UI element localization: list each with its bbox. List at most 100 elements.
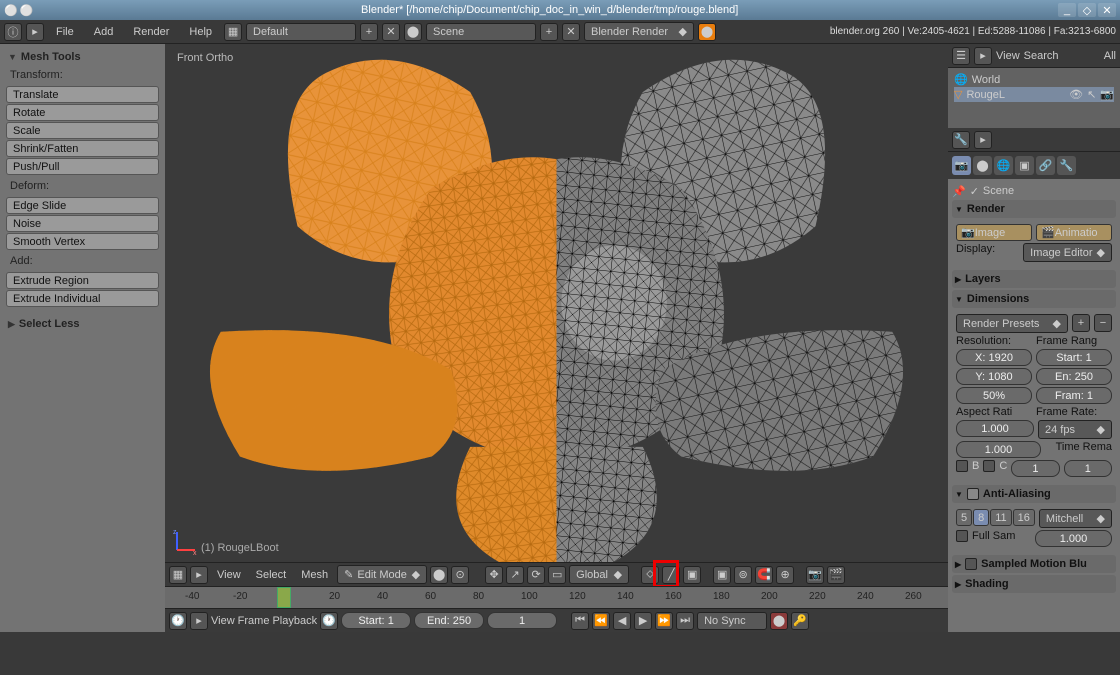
collapse-menu-icon[interactable]: ▸ <box>190 566 208 584</box>
aa-sample-16[interactable]: 16 <box>1013 509 1035 526</box>
editor-type-properties-icon[interactable]: 🔧 <box>952 131 970 149</box>
outliner-item-world[interactable]: 🌐 World <box>954 72 1114 87</box>
dimensions-section-header[interactable]: Dimensions <box>952 290 1116 308</box>
collapse-menu-icon[interactable]: ▸ <box>974 131 992 149</box>
editor-type-view3d-icon[interactable]: ▦ <box>169 566 187 584</box>
pin-icon[interactable]: 📌 <box>952 185 966 198</box>
res-x-field[interactable]: X: 1920 <box>956 349 1032 366</box>
outliner-menu-search[interactable]: Search <box>1024 50 1059 62</box>
face-select-mode-icon[interactable]: ▣ <box>683 566 701 584</box>
menu-add[interactable]: Add <box>86 24 122 40</box>
editor-type-icon[interactable]: ⓘ <box>4 23 22 41</box>
keyframe-prev-icon[interactable]: ⏪ <box>592 612 610 630</box>
editor-type-outliner-icon[interactable]: ☰ <box>952 47 970 65</box>
start-frame-field[interactable]: Start: 1 <box>341 612 411 629</box>
select-less-header[interactable]: Select Less <box>4 315 161 333</box>
filter-size-field[interactable]: 1.000 <box>1035 530 1112 547</box>
keyframe-next-icon[interactable]: ⏩ <box>655 612 673 630</box>
tool-extrude-individual[interactable]: Extrude Individual <box>6 290 159 307</box>
scene-browse-icon[interactable]: ⬤ <box>404 23 422 41</box>
crop-checkbox[interactable] <box>983 460 995 472</box>
scene-dropdown[interactable]: Scene <box>426 23 536 41</box>
timeline-menu-view[interactable]: View <box>211 615 235 627</box>
current-frame-marker[interactable] <box>277 587 291 608</box>
play-icon[interactable]: ▶ <box>634 612 652 630</box>
preset-remove-button[interactable]: − <box>1094 314 1112 332</box>
auto-keyframe-icon[interactable]: ⬤ <box>770 612 788 630</box>
render-presets-dropdown[interactable]: Render Presets◆ <box>956 314 1068 333</box>
timeline-ruler[interactable]: -40-200204060801001201401601802002202402… <box>165 586 948 608</box>
layers-section-header[interactable]: Layers <box>952 270 1116 288</box>
translate-manipulator-icon[interactable]: ↗ <box>506 566 524 584</box>
view3d-menu-mesh[interactable]: Mesh <box>295 567 334 583</box>
frame-start-field[interactable]: Start: 1 <box>1036 349 1112 366</box>
eye-icon[interactable]: 👁 <box>1069 88 1083 101</box>
render-engine-dropdown[interactable]: Blender Render◆ <box>584 22 694 41</box>
tool-shrink-fatten[interactable]: Shrink/Fatten <box>6 140 159 157</box>
fullsample-checkbox[interactable] <box>956 530 968 542</box>
aa-section-header[interactable]: Anti-Aliasing <box>952 485 1116 503</box>
outliner-display-mode[interactable]: All <box>1104 50 1116 62</box>
outliner[interactable]: 🌐 World ▽ RougeL 👁 ↖ 📷 <box>948 68 1120 128</box>
tab-render-icon[interactable]: 📷 <box>952 156 971 175</box>
preset-add-button[interactable]: + <box>1072 314 1090 332</box>
editor-type-timeline-icon[interactable]: 🕐 <box>169 612 187 630</box>
play-reverse-icon[interactable]: ◀ <box>613 612 631 630</box>
tool-extrude-region[interactable]: Extrude Region <box>6 272 159 289</box>
window-minimize-button[interactable]: _ <box>1058 3 1076 17</box>
tab-modifiers-icon[interactable]: 🔧 <box>1057 156 1076 175</box>
view3d-menu-view[interactable]: View <box>211 567 247 583</box>
camera-icon[interactable]: 📷 <box>1100 88 1114 101</box>
tab-object-icon[interactable]: ▣ <box>1015 156 1034 175</box>
res-y-field[interactable]: Y: 1080 <box>956 368 1032 385</box>
menu-file[interactable]: File <box>48 24 82 40</box>
aa-sample-8[interactable]: 8 <box>973 509 989 526</box>
opengl-animation-icon[interactable]: 🎬 <box>827 566 845 584</box>
aspect-x-field[interactable]: 1.000 <box>956 420 1034 437</box>
collapse-menu-icon[interactable]: ▸ <box>190 612 208 630</box>
tab-scene-icon[interactable]: ⬤ <box>973 156 992 175</box>
tool-edge-slide[interactable]: Edge Slide <box>6 197 159 214</box>
current-frame-field[interactable]: 1 <box>487 612 557 629</box>
timeline-menu-frame[interactable]: Frame <box>238 615 270 627</box>
outliner-menu-view[interactable]: View <box>996 50 1020 62</box>
use-preview-range-icon[interactable]: 🕐 <box>320 612 338 630</box>
menu-render[interactable]: Render <box>125 24 177 40</box>
tool-push-pull[interactable]: Push/Pull <box>6 158 159 175</box>
display-mode-dropdown[interactable]: Image Editor◆ <box>1023 243 1112 262</box>
aspect-y-field[interactable]: 1.000 <box>956 441 1041 458</box>
tool-rotate[interactable]: Rotate <box>6 104 159 121</box>
edge-select-mode-icon[interactable]: ╱ <box>662 566 680 584</box>
layout-browse-icon[interactable]: ▦ <box>224 23 242 41</box>
view3d-menu-select[interactable]: Select <box>250 567 293 583</box>
scale-manipulator-icon[interactable]: ▭ <box>548 566 566 584</box>
timeline-menu-playback[interactable]: Playback <box>272 615 317 627</box>
frame-step-field[interactable]: Fram: 1 <box>1036 387 1112 404</box>
viewport-shading-icon[interactable]: ⬤ <box>430 566 448 584</box>
pivot-point-icon[interactable]: ⊙ <box>451 566 469 584</box>
collapse-menu-icon[interactable]: ▸ <box>26 23 44 41</box>
time-new-field[interactable]: 1 <box>1064 460 1112 477</box>
layout-delete-button[interactable]: ✕ <box>382 23 400 41</box>
aa-sample-11[interactable]: 11 <box>990 509 1011 526</box>
snap-icon[interactable]: 🧲 <box>755 566 773 584</box>
collapse-menu-icon[interactable]: ▸ <box>974 47 992 65</box>
motion-blur-section-header[interactable]: Sampled Motion Blu <box>952 555 1116 573</box>
app-menu-dots[interactable]: ⚪⚪ <box>4 4 35 17</box>
mode-dropdown[interactable]: ✎Edit Mode◆ <box>337 565 427 584</box>
window-maximize-button[interactable]: ◇ <box>1078 3 1096 17</box>
manipulator-toggle-icon[interactable]: ✥ <box>485 566 503 584</box>
screen-layout-dropdown[interactable]: Default <box>246 23 356 41</box>
end-frame-field[interactable]: End: 250 <box>414 612 484 629</box>
aa-filter-dropdown[interactable]: Mitchell◆ <box>1039 509 1112 528</box>
time-old-field[interactable]: 1 <box>1011 460 1059 477</box>
layout-add-button[interactable]: + <box>360 23 378 41</box>
tab-world-icon[interactable]: 🌐 <box>994 156 1013 175</box>
shading-section-header[interactable]: Shading <box>952 575 1116 593</box>
tool-scale[interactable]: Scale <box>6 122 159 139</box>
mesh-tools-header[interactable]: Mesh Tools <box>4 48 161 66</box>
transform-orientation-dropdown[interactable]: Global◆ <box>569 565 629 584</box>
fps-dropdown[interactable]: 24 fps◆ <box>1038 420 1112 439</box>
rotate-manipulator-icon[interactable]: ⟳ <box>527 566 545 584</box>
opengl-render-icon[interactable]: 📷 <box>806 566 824 584</box>
